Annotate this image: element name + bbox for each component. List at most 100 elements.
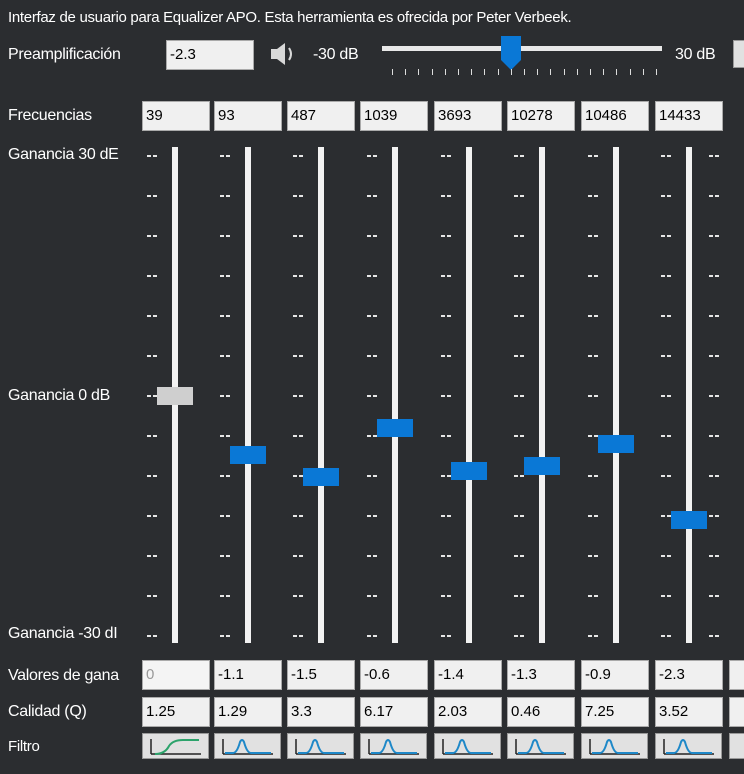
gain-tick-mark [226,315,230,317]
quality-label: Calidad (Q) [8,703,87,720]
gain-tick-mark [709,315,713,317]
gain-tick-mark [373,235,377,237]
gain-tick-mark [588,555,592,557]
speaker-icon[interactable] [268,40,300,68]
frequency-field[interactable]: 93 [214,101,282,131]
gain-tick-mark [520,595,524,597]
preamp-tick-mark [510,69,512,75]
gain-tick-mark [514,435,518,437]
gain-slider-thumb[interactable] [598,435,634,453]
gain-tick-mark [441,195,445,197]
gain-slider-thumb[interactable] [157,387,193,405]
gain-tick-mark [367,315,371,317]
gain-tick-mark [520,635,524,637]
gain-tick-mark [299,515,303,517]
filter-type-button[interactable] [214,733,281,759]
filter-type-button[interactable] [142,733,209,759]
gain-slider-thumb[interactable] [377,419,413,437]
gain-tick-mark [447,635,451,637]
gain-value-field[interactable]: -1.4 [434,660,502,690]
gain-tick-mark [373,475,377,477]
quality-field[interactable]: 3.52 [655,697,723,727]
gain-tick-mark [367,475,371,477]
filter-type-button[interactable] [287,733,354,759]
gain-slider-track[interactable] [318,147,324,643]
gain-slider-thumb[interactable] [230,446,266,464]
filter-type-button[interactable] [434,733,501,759]
gain-tick-mark [520,275,524,277]
extra-gain-field[interactable] [729,660,744,690]
preamp-value-field[interactable]: -2.3 [166,40,254,70]
gain-slider-track[interactable] [539,147,545,643]
gain-slider-thumb[interactable] [303,468,339,486]
quality-field[interactable]: 2.03 [434,697,502,727]
gain-tick-mark [661,315,665,317]
gain-tick-mark [299,155,303,157]
gain-slider-track[interactable] [392,147,398,643]
frequency-field[interactable]: 10278 [507,101,575,131]
gain-tick-mark [220,155,224,157]
gain-value-field[interactable]: -1.5 [287,660,355,690]
preamp-label: Preamplificación [8,46,121,63]
gain-value-field[interactable]: 0 [142,660,210,690]
gain-slider-track[interactable] [613,147,619,643]
gain-value-field[interactable]: -2.3 [655,660,723,690]
gain-tick-mark [594,235,598,237]
gain-slider-thumb[interactable] [451,462,487,480]
quality-field[interactable]: 3.3 [287,697,355,727]
quality-field[interactable]: 0.46 [507,697,575,727]
extra-filter-button[interactable] [729,733,744,759]
gain-tick-mark [514,195,518,197]
gain-tick-mark [220,355,224,357]
preamp-slider-thumb[interactable] [501,36,522,70]
gain-slider-track[interactable] [245,147,251,643]
gain-tick-mark [293,275,297,277]
gain-tick-mark [661,275,665,277]
gain-value-field[interactable]: -0.6 [360,660,428,690]
gain-tick-mark [147,435,151,437]
gain-tick-mark [153,195,157,197]
preamp-extra-button[interactable] [733,40,744,68]
frequency-field[interactable]: 487 [287,101,355,131]
gain-tick-mark [514,355,518,357]
gain-tick-mark [447,555,451,557]
gain-tick-mark [667,155,671,157]
quality-field[interactable]: 6.17 [360,697,428,727]
frequency-field[interactable]: 10486 [581,101,649,131]
gain-tick-mark [220,235,224,237]
gain-tick-mark [594,275,598,277]
gain-tick-mark [293,315,297,317]
gain-tick-mark [594,195,598,197]
gain-tick-mark [514,635,518,637]
gain-tick-mark [373,275,377,277]
gain-value-field[interactable]: -0.9 [581,660,649,690]
gain-tick-mark [367,515,371,517]
filter-type-button[interactable] [655,733,722,759]
gain-tick-mark [153,315,157,317]
gain-tick-mark [226,595,230,597]
gain-value-field[interactable]: -1.3 [507,660,575,690]
frequency-field[interactable]: 39 [142,101,210,131]
gain-slider-track[interactable] [686,147,692,643]
gain-tick-mark [588,395,592,397]
filter-type-button[interactable] [507,733,574,759]
gain-slider-thumb[interactable] [524,457,560,475]
gain-slider-thumb[interactable] [671,511,707,529]
filter-type-button[interactable] [581,733,648,759]
gain-tick-mark [373,395,377,397]
gain-tick-mark [226,395,230,397]
gain-tick-mark [715,635,719,637]
gain-slider-track[interactable] [466,147,472,643]
frequency-field[interactable]: 14433 [655,101,723,131]
frequency-field[interactable]: 1039 [360,101,428,131]
gain-tick-mark [709,635,713,637]
filter-type-button[interactable] [360,733,427,759]
preamp-slider-track[interactable] [382,46,662,51]
quality-field[interactable]: 1.29 [214,697,282,727]
quality-field[interactable]: 1.25 [142,697,210,727]
gain-value-field[interactable]: -1.1 [214,660,282,690]
gain-tick-mark [147,555,151,557]
quality-field[interactable]: 7.25 [581,697,649,727]
extra-quality-field[interactable] [729,697,744,727]
frequency-field[interactable]: 3693 [434,101,502,131]
